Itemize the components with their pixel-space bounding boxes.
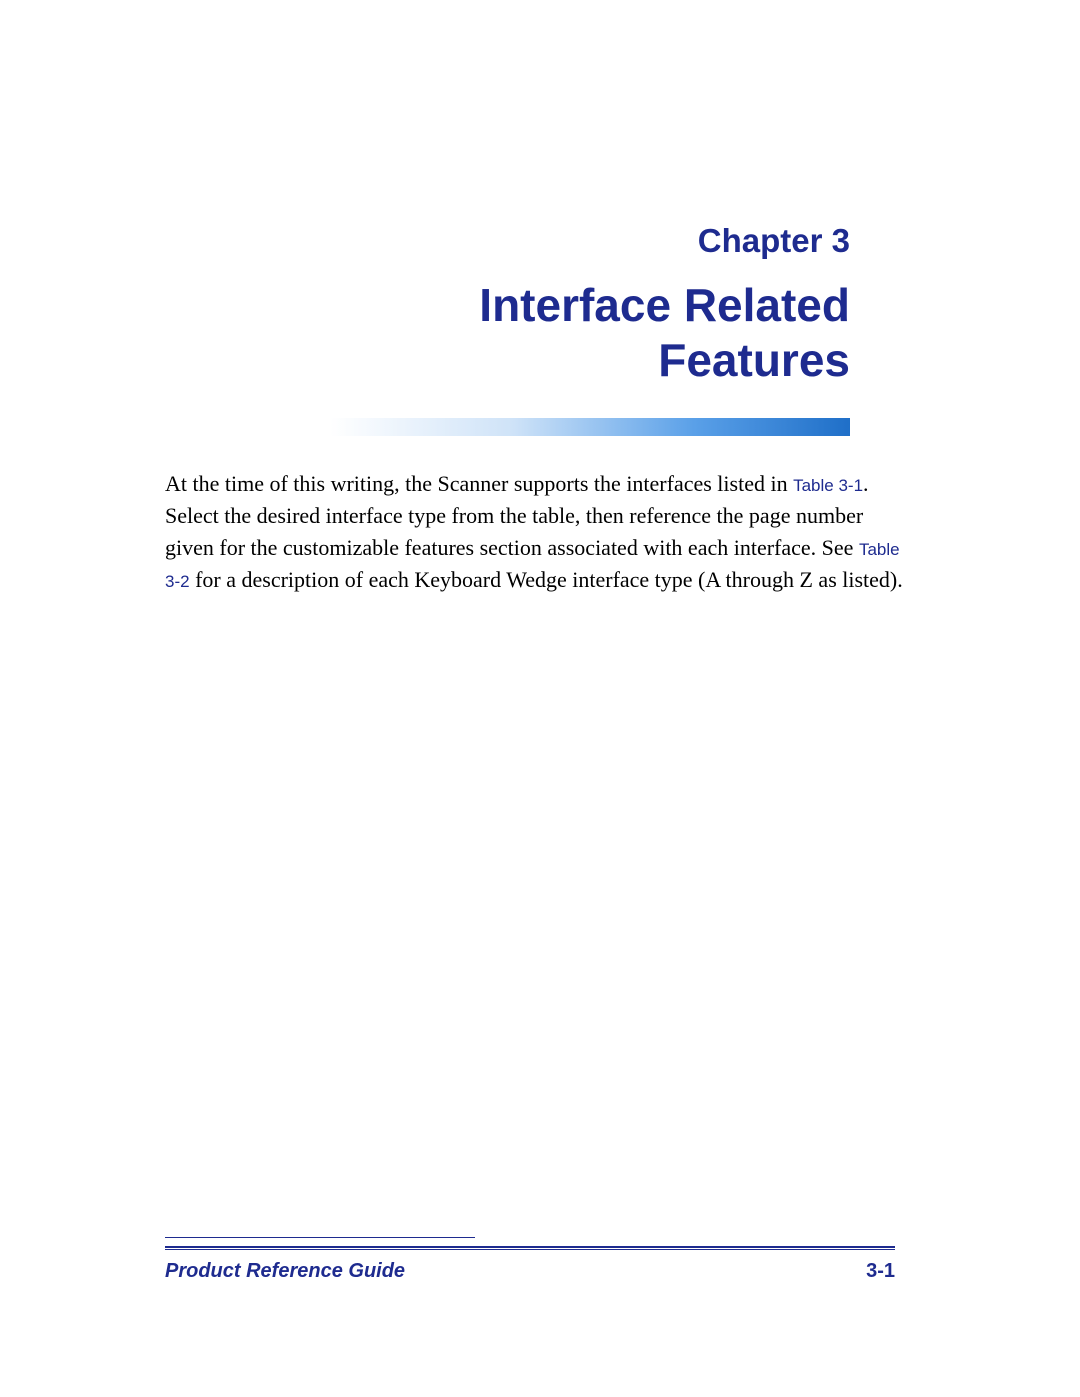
footer-short-rule	[165, 1237, 475, 1238]
footer-guide-title: Product Reference Guide	[165, 1260, 405, 1283]
footer-row: Product Reference Guide 3-1	[165, 1260, 895, 1283]
footer-page-number: 3-1	[866, 1260, 895, 1283]
footer-rule-bottom	[165, 1249, 895, 1250]
body-text-segment-3: for a description of each Keyboard Wedge…	[190, 567, 903, 592]
chapter-label: Chapter 3	[165, 222, 850, 260]
table-reference-1[interactable]: Table 3-1	[793, 476, 863, 495]
footer-rule-top	[165, 1246, 895, 1248]
title-underline-bar	[330, 418, 850, 436]
body-text-segment-1: At the time of this writing, the Scanner…	[165, 471, 793, 496]
body-paragraph: At the time of this writing, the Scanner…	[165, 468, 905, 596]
chapter-title: Interface Related Features	[165, 278, 850, 388]
chapter-title-line2: Features	[658, 334, 850, 386]
page-footer: Product Reference Guide 3-1	[165, 1237, 895, 1283]
chapter-title-line1: Interface Related	[479, 279, 850, 331]
page-container: Chapter 3 Interface Related Features At …	[0, 0, 1080, 1397]
